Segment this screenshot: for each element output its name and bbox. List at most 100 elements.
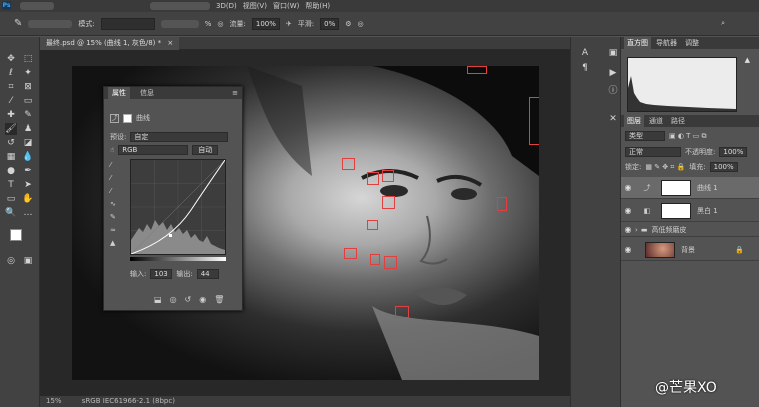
character-panel-icon[interactable]: A [579, 47, 591, 59]
menu-view[interactable]: 视图(V) [243, 1, 267, 11]
menu-window[interactable]: 窗口(W) [273, 1, 299, 11]
fill-field[interactable]: 100% [709, 162, 738, 172]
tab-info[interactable]: 信息 [136, 87, 158, 99]
actions-panel-icon[interactable]: ▶ [607, 67, 619, 79]
move-tool-icon[interactable]: ✥ [5, 53, 17, 65]
brush-preset-icon[interactable]: ✎ [14, 18, 22, 29]
reset-icon[interactable]: ↺ [185, 295, 192, 304]
lasso-tool-icon[interactable]: ℓ [5, 67, 17, 79]
frame-tool-icon[interactable]: ⊠ [22, 81, 34, 93]
zoom-level[interactable]: 15% [46, 397, 62, 405]
screen-mode-icon[interactable]: ▣ [22, 255, 34, 267]
eyedropper-tool-icon[interactable]: ⁄ [5, 95, 17, 107]
quick-select-tool-icon[interactable]: ✦ [22, 67, 34, 79]
smooth-curve-icon[interactable]: ≈ [110, 226, 116, 234]
histogram-warning-icon[interactable]: ▲ [745, 56, 750, 64]
white-point-eyedropper-icon[interactable]: ⁄ [110, 187, 116, 195]
smoothing-field[interactable]: 0% [320, 17, 340, 30]
tab-paths[interactable]: 路径 [668, 115, 688, 127]
settings-gear-icon[interactable]: ⚙ [345, 20, 351, 28]
ruler-tool-icon[interactable]: ▭ [22, 95, 34, 107]
airbrush-icon[interactable]: ✈ [286, 20, 292, 28]
document-tab[interactable]: 最终.psd @ 15% (曲线 1, 灰色/8) * × [40, 37, 180, 50]
dodge-tool-icon[interactable]: ● [5, 165, 17, 177]
gradient-tool-icon[interactable]: ▦ [5, 151, 17, 163]
mask-icon[interactable] [123, 113, 132, 123]
menu-3d[interactable]: 3D(D) [216, 2, 237, 10]
marquee-tool-icon[interactable]: ⬚ [22, 53, 34, 65]
view-previous-icon[interactable]: ◎ [170, 295, 177, 304]
panel-menu-icon[interactable]: ≡ [232, 89, 238, 97]
menu-help[interactable]: 帮助(H) [305, 1, 330, 11]
clipping-warning-icon[interactable]: ▲ [110, 239, 116, 247]
foreground-color-swatch[interactable] [10, 229, 22, 241]
input-field[interactable]: 103 [150, 269, 173, 279]
path-select-tool-icon[interactable]: ➤ [22, 179, 34, 191]
gray-point-eyedropper-icon[interactable]: ⁄ [110, 174, 116, 182]
pressure-opacity-icon[interactable]: ◎ [217, 20, 223, 28]
blur-tool-icon[interactable]: 💧 [22, 151, 34, 163]
layer-kind-select[interactable]: 类型 [625, 131, 665, 141]
tools-preset-icon[interactable]: ✕ [607, 113, 619, 125]
patch-tool-icon[interactable]: ✎ [22, 109, 34, 121]
clip-to-layer-icon[interactable]: ⬓ [154, 295, 162, 304]
visibility-eye-icon[interactable]: ◉ [621, 225, 635, 234]
targeted-adjust-icon[interactable]: ☝ [110, 146, 114, 154]
layer-name[interactable]: 黑白 1 [697, 206, 718, 216]
background-thumbnail[interactable] [645, 241, 675, 258]
layer-name[interactable]: 曲线 1 [697, 183, 718, 193]
output-field[interactable]: 44 [196, 269, 219, 279]
crop-tool-icon[interactable]: ⌗ [5, 81, 17, 93]
visibility-eye-icon[interactable]: ◉ [621, 183, 635, 192]
black-point-eyedropper-icon[interactable]: ⁄ [110, 161, 116, 169]
healing-brush-tool-icon[interactable]: ✚ [5, 109, 17, 121]
more-tools-icon[interactable]: … [22, 207, 34, 219]
curve-graph[interactable] [130, 159, 226, 255]
layer-row[interactable]: ◉ 背景 🔒 [621, 239, 759, 261]
history-brush-tool-icon[interactable]: ↺ [5, 137, 17, 149]
search-icon[interactable]: ⌕ [721, 19, 725, 28]
close-tab-icon[interactable]: × [167, 39, 173, 47]
tab-channels[interactable]: 通道 [646, 115, 666, 127]
auto-button[interactable]: 自动 [192, 145, 219, 155]
lock-icons[interactable]: ▦ ✎ ✥ ⌗ 🔒 [645, 163, 685, 172]
preset-select[interactable]: 自定 [130, 132, 229, 142]
tab-adjustments[interactable]: 调整 [682, 37, 702, 49]
visibility-eye-icon[interactable]: ◉ [199, 295, 206, 304]
flow-field[interactable]: 100% [251, 17, 280, 30]
draw-curve-icon[interactable]: ✎ [110, 213, 116, 221]
edit-points-icon[interactable]: ∿ [110, 200, 116, 208]
layer-row[interactable]: ◉ ◧ 黑白 1 [621, 200, 759, 222]
clone-stamp-tool-icon[interactable]: ♟ [22, 123, 34, 135]
curve-graph-svg[interactable] [130, 159, 226, 255]
layer-name[interactable]: 背景 [681, 245, 695, 255]
opacity-field[interactable]: 100% [719, 147, 748, 157]
pressure-size-icon[interactable]: ◎ [358, 20, 364, 28]
tab-properties[interactable]: 属性 [108, 87, 130, 99]
layer-mask-thumbnail[interactable] [661, 202, 691, 219]
hand-tool-icon[interactable]: ✋ [22, 193, 34, 205]
blend-mode-select[interactable]: 正常 [625, 147, 681, 157]
tab-histogram[interactable]: 直方图 [624, 37, 651, 49]
tab-layers[interactable]: 图层 [624, 115, 644, 127]
expand-arrow-icon[interactable]: › [635, 226, 638, 234]
eraser-tool-icon[interactable]: ◪ [22, 137, 34, 149]
brush-tool-icon[interactable]: 🖌 [5, 123, 17, 135]
pen-tool-icon[interactable]: ✒ [22, 165, 34, 177]
layer-row[interactable]: ◉ ⤴ 曲线 1 [621, 177, 759, 199]
type-tool-icon[interactable]: T [5, 179, 17, 191]
mode-select[interactable] [100, 17, 155, 30]
quick-mask-icon[interactable]: ◎ [5, 255, 17, 267]
history-panel-icon[interactable]: ▣ [607, 47, 619, 59]
channel-select[interactable]: RGB [118, 145, 189, 155]
info-panel-icon[interactable]: ⓘ [607, 85, 619, 97]
tab-navigator[interactable]: 导航器 [653, 37, 680, 49]
layer-name[interactable]: 高低频磨皮 [651, 225, 686, 235]
zoom-tool-icon[interactable]: 🔍 [5, 207, 17, 219]
visibility-eye-icon[interactable]: ◉ [621, 245, 635, 254]
delete-icon[interactable]: 🗑 [214, 295, 224, 304]
layer-mask-thumbnail[interactable] [661, 179, 691, 196]
rectangle-tool-icon[interactable]: ▭ [5, 193, 17, 205]
paragraph-panel-icon[interactable]: ¶ [579, 62, 591, 74]
curve-control-point[interactable] [169, 234, 172, 237]
